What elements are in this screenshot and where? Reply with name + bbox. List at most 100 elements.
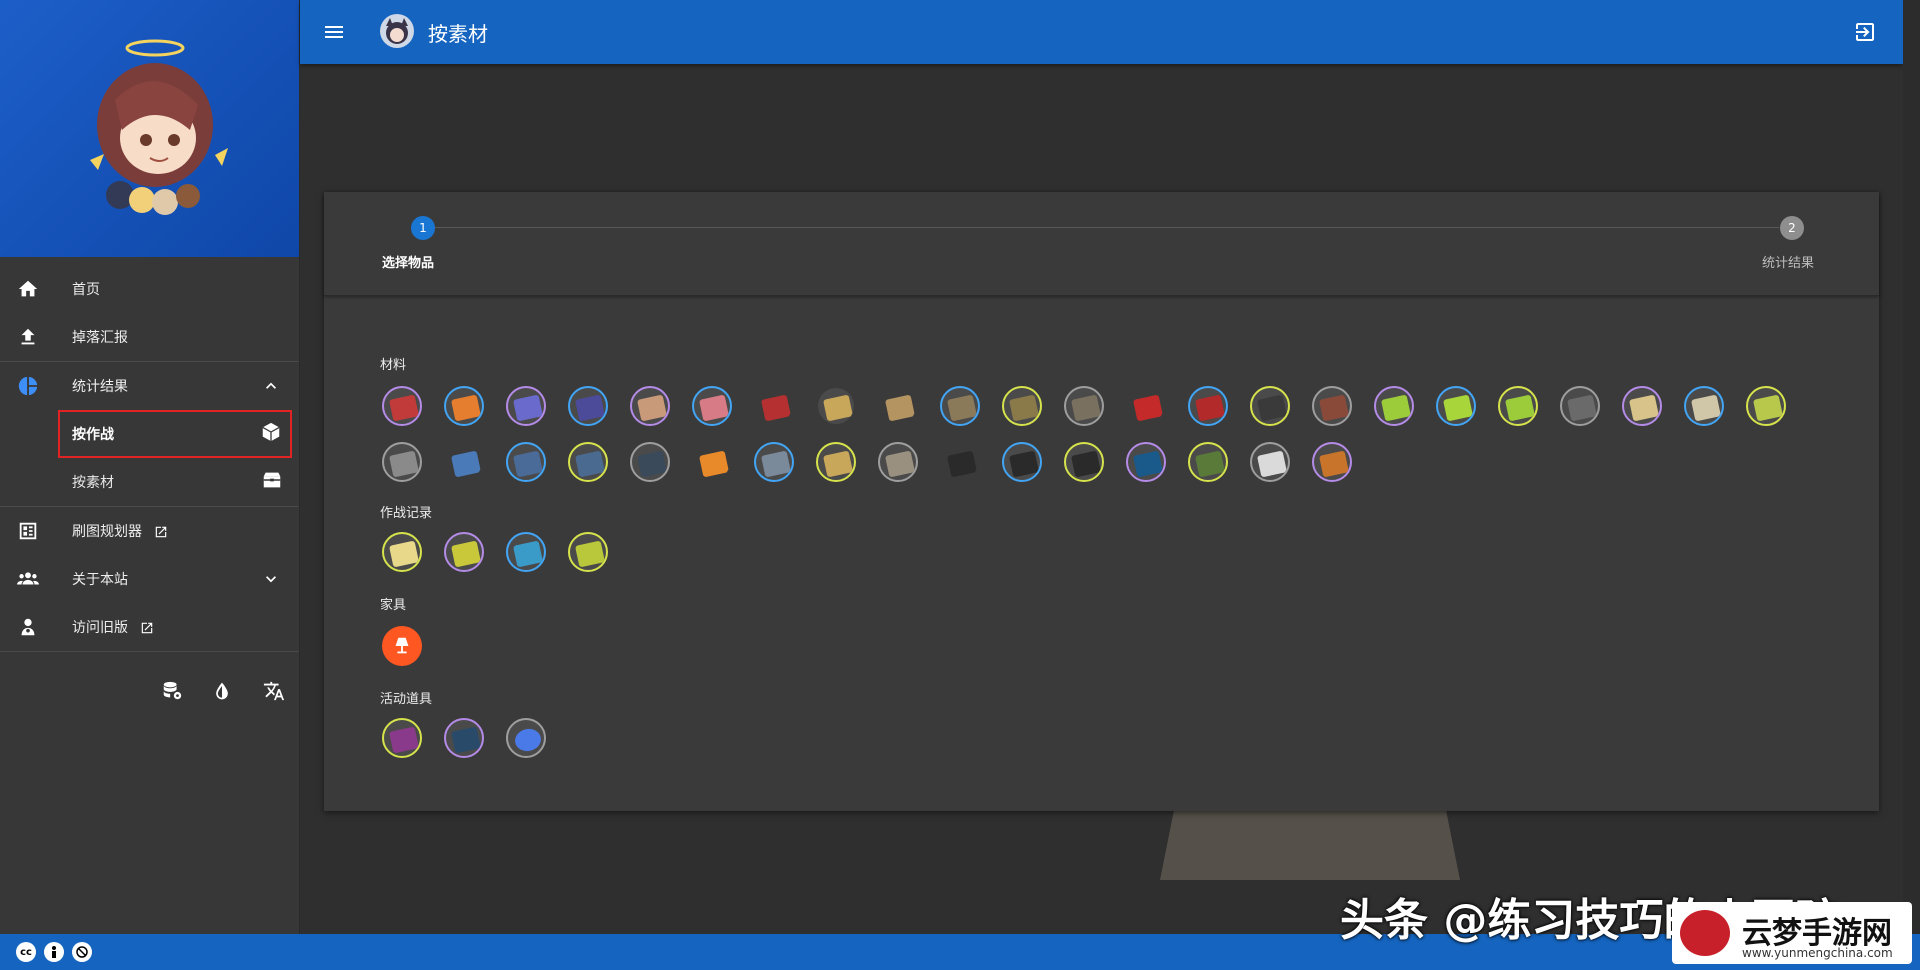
material-item[interactable] (1312, 442, 1352, 482)
step-2-label[interactable]: 统计结果 (1762, 252, 1814, 271)
site-logo[interactable] (380, 14, 414, 48)
cc-nc-icon[interactable] (72, 942, 92, 962)
material-item[interactable] (1622, 386, 1662, 426)
material-item[interactable] (1064, 442, 1104, 482)
nav-legacy-label: 访问旧版 (72, 617, 154, 637)
material-item[interactable] (1374, 386, 1414, 426)
site-watermark-logo (1680, 910, 1730, 956)
record-item[interactable] (506, 532, 546, 572)
lamp-icon (395, 637, 409, 654)
nav-legacy-text: 访问旧版 (72, 620, 128, 636)
sidebar-nav: 首页 掉落汇报 统计结果 按作战 按素材 刷图规划器 关于本站 访问旧版 (0, 257, 299, 652)
divider (0, 651, 299, 652)
step-2-dot[interactable]: 2 (1780, 216, 1804, 240)
material-item[interactable] (444, 442, 484, 482)
material-item[interactable] (1436, 386, 1476, 426)
pie-chart-icon (16, 374, 40, 398)
nav-stats-label: 统计结果 (72, 379, 128, 395)
material-item[interactable] (754, 386, 794, 426)
external-link-icon (156, 526, 167, 538)
cube-icon (260, 421, 282, 447)
nav-about-label: 关于本站 (72, 572, 128, 588)
nav-legacy[interactable]: 访问旧版 (0, 603, 299, 651)
material-item[interactable] (1002, 442, 1042, 482)
material-item[interactable] (1746, 386, 1786, 426)
server-settings-icon[interactable] (158, 677, 186, 705)
main-card: 1 选择物品 2 统计结果 材料 作战记录 家具 活动道具 (324, 192, 1879, 811)
scrollbar-track[interactable] (1903, 0, 1920, 934)
person-icon (16, 615, 40, 639)
step-1-dot[interactable]: 1 (411, 216, 435, 240)
material-item[interactable] (692, 442, 732, 482)
external-link-icon (142, 622, 153, 634)
nav-sub-by-stage[interactable]: 按作战 (58, 410, 292, 458)
material-item[interactable] (816, 442, 856, 482)
material-item[interactable] (506, 442, 546, 482)
nav-report[interactable]: 掉落汇报 (0, 313, 299, 361)
material-item[interactable] (1188, 386, 1228, 426)
nav-home[interactable]: 首页 (0, 265, 299, 313)
material-item[interactable] (630, 442, 670, 482)
nav-planner[interactable]: 刷图规划器 (0, 507, 299, 555)
theme-drop-icon[interactable] (208, 677, 236, 705)
material-item[interactable] (1188, 442, 1228, 482)
material-item[interactable] (568, 442, 608, 482)
material-item[interactable] (1250, 442, 1290, 482)
logout-icon[interactable] (1853, 20, 1877, 44)
material-item[interactable] (878, 442, 918, 482)
nav-planner-label: 刷图规划器 (72, 521, 168, 541)
nav-about[interactable]: 关于本站 (0, 555, 299, 603)
material-item[interactable] (382, 386, 422, 426)
cc-by-icon[interactable] (44, 942, 64, 962)
material-item[interactable] (940, 386, 980, 426)
section-materials-title: 材料 (380, 358, 407, 373)
material-item[interactable] (878, 386, 918, 426)
material-item[interactable] (1498, 386, 1538, 426)
material-item[interactable] (754, 442, 794, 482)
section-records-title: 作战记录 (380, 506, 433, 521)
chevron-up-icon (259, 374, 283, 398)
page-title: 按素材 (428, 22, 488, 46)
top-app-bar: 按素材 (300, 0, 1903, 64)
event-item[interactable] (382, 718, 422, 758)
material-item[interactable] (1126, 386, 1166, 426)
material-item[interactable] (1684, 386, 1724, 426)
site-watermark: 云梦手游网 www.yunmengchina.com (1672, 902, 1912, 964)
record-item[interactable] (444, 532, 484, 572)
material-item[interactable] (1126, 442, 1166, 482)
menu-icon[interactable] (322, 20, 346, 44)
step-1-label[interactable]: 选择物品 (382, 252, 434, 271)
nav-home-label: 首页 (72, 282, 100, 298)
material-item[interactable] (692, 386, 732, 426)
material-item[interactable] (1064, 386, 1104, 426)
material-item[interactable] (630, 386, 670, 426)
nav-sub-by-stage-label: 按作战 (72, 427, 114, 443)
material-item[interactable] (1002, 386, 1042, 426)
home-icon (16, 277, 40, 301)
material-item[interactable] (1250, 386, 1290, 426)
stepper: 1 选择物品 2 统计结果 (324, 192, 1879, 296)
material-item[interactable] (1560, 386, 1600, 426)
event-item[interactable] (444, 718, 484, 758)
record-item[interactable] (382, 532, 422, 572)
cc-license-icon[interactable]: cc (16, 942, 36, 962)
material-item[interactable] (940, 442, 980, 482)
material-item[interactable] (568, 386, 608, 426)
planner-icon (16, 519, 40, 543)
upload-icon (16, 325, 40, 349)
nav-sub-by-item[interactable]: 按素材 (0, 458, 299, 506)
event-item[interactable] (506, 718, 546, 758)
nav-planner-text: 刷图规划器 (72, 524, 142, 540)
material-item[interactable] (1312, 386, 1352, 426)
record-item[interactable] (568, 532, 608, 572)
sidebar-tools (0, 665, 299, 715)
material-item[interactable] (816, 386, 856, 426)
site-watermark-url: www.yunmengchina.com (1742, 946, 1893, 960)
nav-stats[interactable]: 统计结果 (0, 362, 299, 410)
material-item[interactable] (382, 442, 422, 482)
material-item[interactable] (506, 386, 546, 426)
translate-icon[interactable] (260, 677, 288, 705)
furniture-lamp-item[interactable] (382, 626, 422, 666)
material-item[interactable] (444, 386, 484, 426)
nav-report-label: 掉落汇报 (72, 330, 128, 346)
